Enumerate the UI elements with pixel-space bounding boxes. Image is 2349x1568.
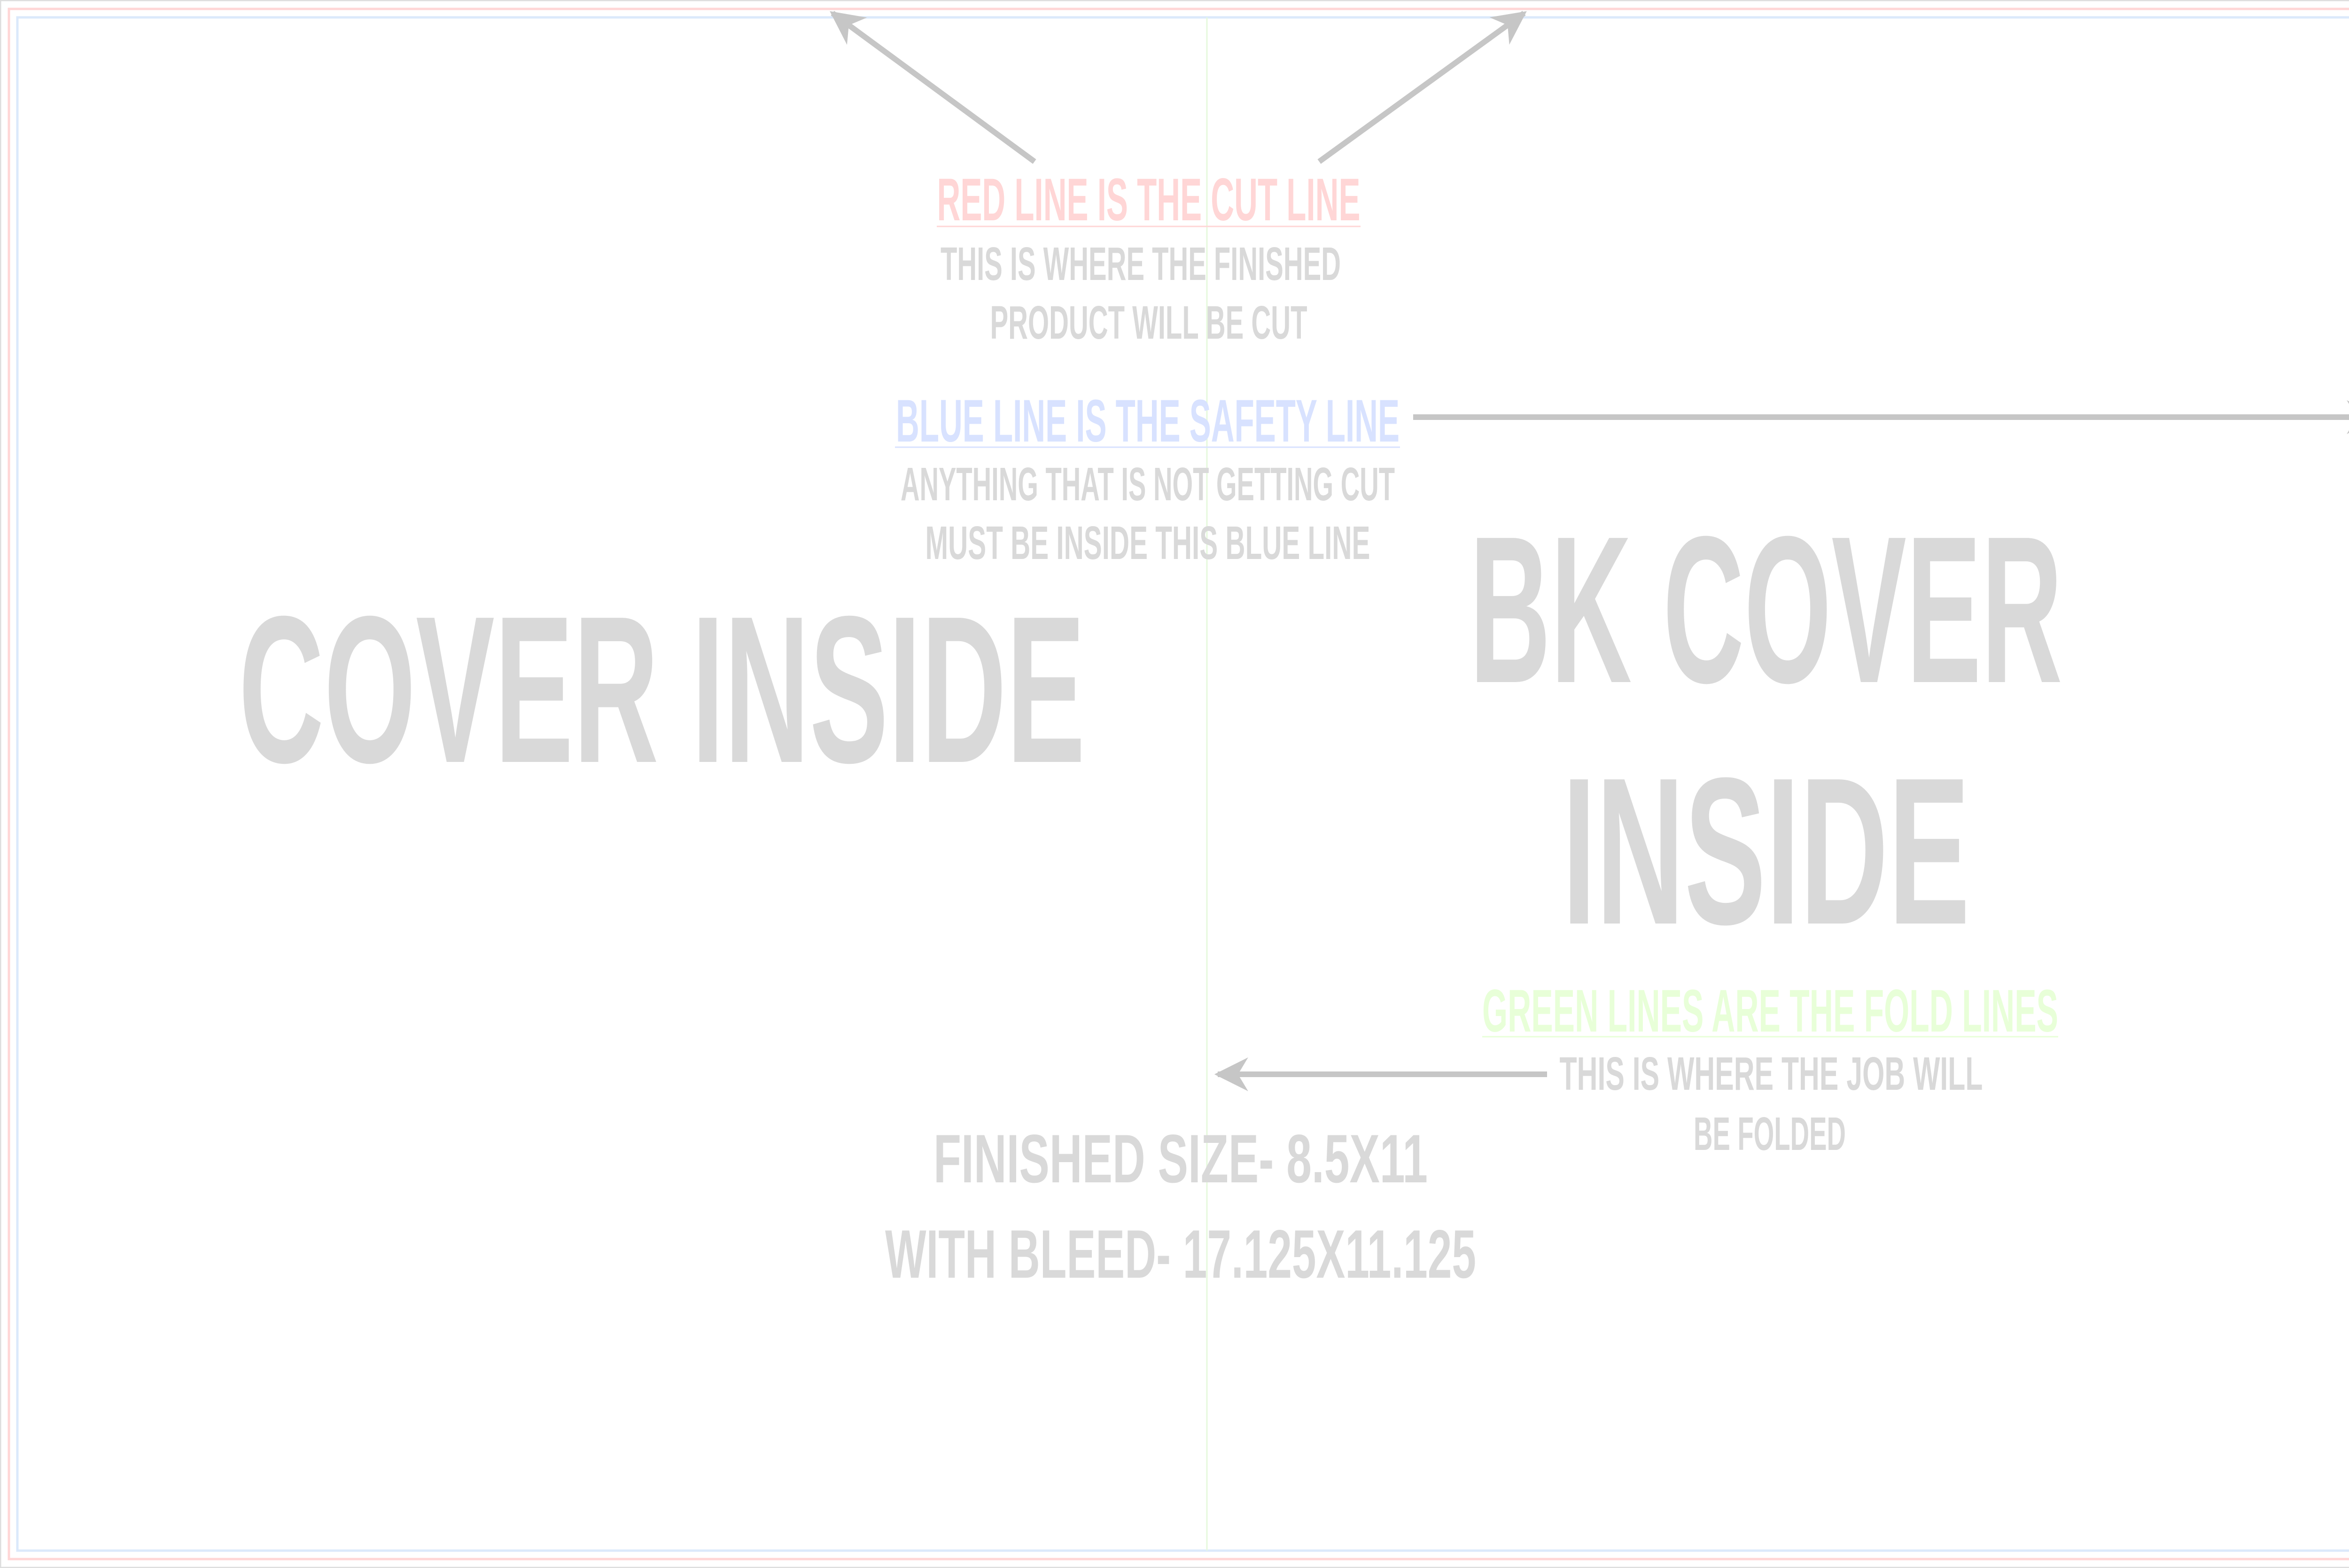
fold-note-line1: THIS IS WHERE THE JOB WILL <box>1560 1048 1983 1100</box>
safety-note-heading: BLUE LINE IS THE SAFETY LINE <box>896 388 1400 455</box>
finished-size: FINISHED SIZE- 8.5X11 <box>933 1120 1428 1197</box>
cut-note-line1: THIS IS WHERE THE FINISHED <box>941 238 1341 290</box>
left-panel-label: COVER INSIDE <box>239 572 1085 807</box>
fold-note-heading: GREEN LINES ARE THE FOLD LINES <box>1482 978 2058 1045</box>
arrow-cut-left-icon <box>830 11 1036 164</box>
cut-note-line2: PRODUCT WILL BE CUT <box>990 296 1307 349</box>
safety-note-line2: MUST BE INSIDE THIS BLUE LINE <box>926 517 1370 569</box>
bleed-size: WITH BLEED- 17.125X11.125 <box>885 1216 1476 1292</box>
arrow-cut-right-icon <box>1317 11 1527 164</box>
cut-note-heading: RED LINE IS THE CUT LINE <box>937 166 1361 233</box>
right-panel-label-line2: INSIDE <box>1562 734 1970 968</box>
safety-note-line1: ANYTHING THAT IS NOT GETTING CUT <box>901 458 1395 511</box>
print-template: RED LINE IS THE CUT LINE THIS IS WHERE T… <box>0 0 2349 1568</box>
right-panel-label-line1: BK COVER <box>1470 492 2062 727</box>
fold-note-line2: BE FOLDED <box>1694 1108 1846 1160</box>
